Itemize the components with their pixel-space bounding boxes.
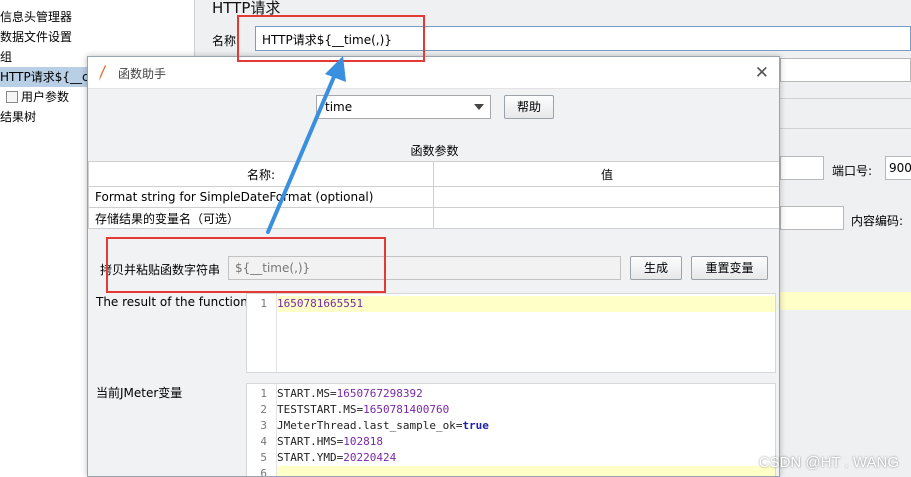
panel-divider: [780, 128, 911, 129]
generate-button[interactable]: 生成: [630, 256, 682, 280]
reset-variables-button[interactable]: 重置变量: [691, 256, 768, 280]
tree-item-group[interactable]: 组: [0, 47, 12, 67]
code-line: 2 TESTSTART.MS=1650781400760: [247, 402, 775, 418]
dialog-titlebar: 函数助手 ✕: [88, 57, 779, 89]
dialog-title: 函数助手: [118, 67, 167, 81]
annotation-box-copy: [106, 237, 386, 293]
feather-icon: [99, 65, 106, 81]
column-header-name: 名称:: [88, 161, 434, 187]
variables-editor[interactable]: 1 START.MS=1650767298392 2 TESTSTART.MS=165…: [246, 383, 776, 477]
variable-entry: TESTSTART.MS=1650781400760: [277, 403, 450, 416]
code-line: 1 START.MS=1650767298392: [247, 386, 775, 402]
chevron-down-icon: [474, 104, 484, 110]
help-button[interactable]: 帮助: [504, 95, 554, 119]
param-name-cell: Format string for SimpleDateFormat (opti…: [88, 186, 434, 208]
line-number: 2: [260, 403, 267, 416]
comment-field[interactable]: [780, 58, 911, 82]
close-icon[interactable]: ✕: [755, 63, 769, 83]
params-title: 函数参数: [410, 144, 459, 158]
line-number: 6: [260, 467, 267, 477]
line-number: 4: [260, 435, 267, 448]
column-header-value: 值: [433, 161, 779, 187]
params-table: 名称: 值 Format string for SimpleDateFormat…: [88, 161, 779, 229]
port-input[interactable]: 9000: [885, 156, 911, 180]
tree-item-csv-data-set[interactable]: 数据文件设置: [0, 27, 72, 47]
param-value-cell[interactable]: [433, 207, 779, 229]
line-number: 3: [260, 419, 267, 432]
tree-item-result-tree[interactable]: 结果树: [0, 107, 36, 127]
encoding-label: 内容编码:: [851, 214, 904, 228]
code-line: 3 JMeterThread.last_sample_ok=true: [247, 418, 775, 434]
watermark: CSDN @HT . WANG: [758, 454, 899, 471]
panel-divider: [780, 98, 911, 99]
user-params-icon: [6, 91, 18, 103]
variable-entry: JMeterThread.last_sample_ok=true: [277, 419, 489, 432]
editor-highlight-band: [780, 292, 911, 310]
code-line: 4 START.HMS=102818: [247, 434, 775, 450]
tree-item-user-params[interactable]: 用户参数: [6, 87, 69, 107]
variable-entry: START.MS=1650767298392: [277, 387, 423, 400]
function-select[interactable]: time: [316, 95, 491, 119]
tree-item-http-request[interactable]: HTTP请求${__coun: [0, 67, 88, 87]
result-editor[interactable]: 1 1650781665551: [246, 293, 776, 373]
param-name-cell: 存储结果的变量名（可选）: [88, 207, 434, 229]
protocol-field[interactable]: [780, 206, 844, 230]
code-line: 6: [247, 466, 775, 477]
param-value-cell[interactable]: [433, 186, 779, 208]
tree-item-header-manager[interactable]: 信息头管理器: [0, 7, 72, 27]
annotation-box-name: [237, 15, 425, 62]
variable-entry: START.YMD=20220424: [277, 451, 397, 464]
table-row[interactable]: Format string for SimpleDateFormat (opti…: [88, 186, 779, 208]
port-label: 端口号:: [832, 164, 873, 178]
code-line: 5 START.YMD=20220424: [247, 450, 775, 466]
name-label: 名称:: [212, 34, 241, 48]
variable-entry: START.HMS=102818: [277, 435, 383, 448]
code-line: 1 1650781665551: [260, 297, 364, 310]
jmeter-vars-label: 当前JMeter变量: [96, 386, 183, 400]
server-field[interactable]: [780, 156, 824, 180]
line-number: 1: [260, 387, 267, 400]
result-label: The result of the function is: [96, 295, 262, 309]
line-number: 5: [260, 451, 267, 464]
table-row[interactable]: 存储结果的变量名（可选）: [88, 207, 779, 229]
